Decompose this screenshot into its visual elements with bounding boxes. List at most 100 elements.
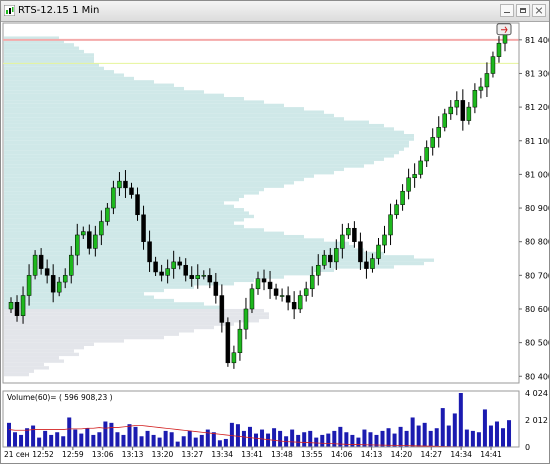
time-tick-label: 13:48 xyxy=(271,450,293,459)
candle-body xyxy=(255,278,261,290)
title-bar[interactable]: RTS-12.15 1 Min xyxy=(1,1,549,22)
volume-bar xyxy=(85,428,90,447)
profile-bar xyxy=(4,255,414,259)
price-tick-label: 81 400 xyxy=(525,36,549,45)
profile-bar xyxy=(4,278,254,283)
candle-body xyxy=(340,234,345,249)
candle xyxy=(225,317,231,367)
profile-bar xyxy=(4,292,144,296)
profile-bar xyxy=(4,362,44,367)
candle-body xyxy=(279,295,285,297)
profile-bar xyxy=(4,56,94,61)
profile-bar xyxy=(4,117,344,121)
volume-bar xyxy=(31,425,36,447)
profile-bar xyxy=(4,110,324,114)
candle-body xyxy=(75,234,80,256)
time-tick-label: 13:27 xyxy=(182,450,204,459)
profile-bar xyxy=(4,160,374,165)
candle-body xyxy=(62,275,68,283)
close-button[interactable] xyxy=(532,4,546,17)
profile-bar xyxy=(4,342,94,346)
candle-body xyxy=(141,214,146,242)
volume-bar xyxy=(169,432,174,447)
candle-body xyxy=(388,214,393,236)
candle-body xyxy=(442,113,448,128)
candle-body xyxy=(50,275,56,293)
time-axis: 21 сен 12:52 12:59 13:06 13:13 13:20 13:27 13:3… xyxy=(3,446,519,459)
candle-body xyxy=(484,73,490,88)
profile-bar xyxy=(4,171,334,175)
minimize-button[interactable] xyxy=(500,4,514,17)
candle-body xyxy=(346,227,351,236)
volume-bar xyxy=(115,432,120,447)
volume-bar xyxy=(139,436,144,447)
volume-bar xyxy=(410,417,415,447)
candle-body xyxy=(38,254,44,269)
price-tick-label: 80 600 xyxy=(525,305,549,314)
candle-body xyxy=(14,302,20,316)
candle-body xyxy=(322,254,327,266)
profile-bar xyxy=(4,43,74,47)
time-tick-label: 14:06 xyxy=(331,450,353,459)
maximize-button[interactable] xyxy=(516,4,530,17)
volume-bar xyxy=(19,434,24,447)
profile-bar xyxy=(4,181,294,185)
candle-body xyxy=(165,268,170,276)
profile-bar xyxy=(4,154,394,158)
candle-body xyxy=(195,275,201,279)
profile-bar xyxy=(4,83,174,87)
volume-bar xyxy=(211,432,216,447)
candle-body xyxy=(201,275,207,277)
volume-bar xyxy=(350,434,355,447)
volume-bar xyxy=(296,434,301,447)
profile-bar xyxy=(4,265,394,269)
time-tick-label: 14:34 xyxy=(450,450,472,459)
candle-body xyxy=(56,281,62,293)
profile-bar xyxy=(4,248,364,252)
volume-bar xyxy=(428,430,433,447)
volume-bar xyxy=(241,430,246,447)
profile-bar xyxy=(4,349,74,353)
window-title: RTS-12.15 1 Min xyxy=(18,5,100,16)
profile-bar xyxy=(4,134,414,138)
profile-bar xyxy=(4,345,84,350)
profile-bar xyxy=(4,197,239,202)
profile-bar xyxy=(4,214,254,219)
volume-tick-label: 4 024 xyxy=(525,389,548,398)
profile-bar xyxy=(4,241,349,246)
volume-bar xyxy=(507,420,512,447)
volume-bar xyxy=(422,422,427,447)
candle-body xyxy=(297,295,303,310)
volume-bar xyxy=(43,430,48,447)
profile-bar xyxy=(4,120,369,124)
candle-body xyxy=(171,261,176,269)
candle-body xyxy=(454,100,460,108)
profile-bar xyxy=(4,123,384,128)
profile-bar xyxy=(4,76,134,81)
candle-body xyxy=(472,90,478,108)
profile-bar xyxy=(4,271,314,276)
candle-body xyxy=(111,187,116,209)
chart-window: RTS-12.15 1 Min 81 400 81 300 81 200 81 100… xyxy=(0,0,550,464)
profile-bar xyxy=(4,144,409,148)
candle-body xyxy=(135,194,140,216)
profile-bar xyxy=(4,339,124,343)
price-chart[interactable]: 81 400 81 300 81 200 81 100 81 000 80 900 80 8… xyxy=(1,21,549,463)
candle-body xyxy=(219,295,225,323)
price-tick-label: 81 100 xyxy=(525,137,549,146)
volume-bar xyxy=(290,429,295,447)
profile-bar xyxy=(4,275,284,279)
profile-bar xyxy=(4,177,304,182)
profile-bar xyxy=(4,100,264,104)
profile-bar xyxy=(4,73,124,77)
volume-bar xyxy=(163,430,168,447)
candle-body xyxy=(352,227,357,242)
volume-bar xyxy=(247,426,252,447)
candle-body xyxy=(448,106,454,115)
profile-bar xyxy=(4,224,244,229)
time-tick-label: 13:41 xyxy=(241,450,263,459)
profile-bar xyxy=(4,369,34,373)
volume-bar xyxy=(235,424,240,447)
candle-body xyxy=(213,281,219,296)
profile-bar xyxy=(4,194,244,198)
